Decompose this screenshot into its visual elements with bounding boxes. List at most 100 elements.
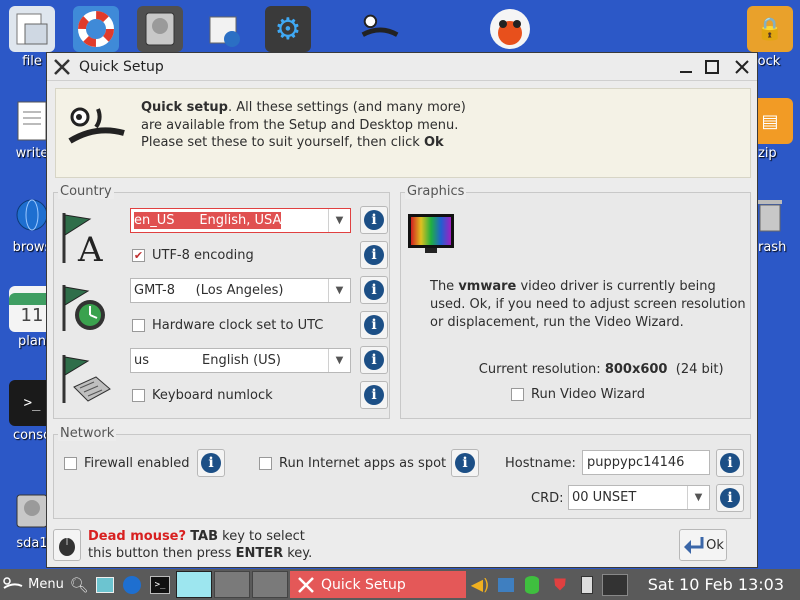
hostname-input[interactable]: puppypc14146 xyxy=(582,450,710,475)
graphics-driver-name: vmware xyxy=(458,279,517,294)
video-wizard-label: Run Video Wizard xyxy=(531,387,645,402)
keyboard-combo[interactable]: us English (US) ▼ xyxy=(130,348,351,373)
hwclock-checkbox[interactable]: Hardware clock set to UTC xyxy=(132,318,323,333)
dead-mouse-text3: key. xyxy=(283,546,313,561)
spot-info-button[interactable]: i xyxy=(451,449,479,477)
crd-label: CRD: xyxy=(531,491,564,506)
locale-selected: en_US English, USA xyxy=(134,212,282,229)
graphics-text-pre: The xyxy=(430,279,459,294)
database-icon xyxy=(525,575,539,594)
desktop-icon-install[interactable] xyxy=(196,6,252,52)
clock-flag-icon xyxy=(60,283,110,337)
firewall-checkbox[interactable]: Firewall enabled xyxy=(64,456,189,471)
locale-name: English, USA xyxy=(199,213,282,228)
workspace-1[interactable] xyxy=(176,571,212,598)
info-icon: i xyxy=(364,315,384,335)
maximize-icon[interactable] xyxy=(701,56,723,78)
workspace-3[interactable] xyxy=(252,571,288,598)
graphics-driver-text: The vmware video driver is currently bei… xyxy=(430,278,748,332)
taskbar: Menu 🔍︎ >_ Quick Setup ◀) ⛊ Sat 10 Feb 1… xyxy=(0,569,800,600)
hostname-info-button[interactable]: i xyxy=(716,449,744,477)
window-titlebar[interactable]: Quick Setup xyxy=(47,53,757,81)
cpu-graph-icon xyxy=(602,573,628,596)
ok-button[interactable]: Ok xyxy=(679,529,727,561)
dead-mouse-button[interactable] xyxy=(53,529,81,561)
keyboard-flag-icon xyxy=(60,353,112,409)
tray-cpu[interactable] xyxy=(600,571,630,598)
tray-storage[interactable] xyxy=(518,571,546,598)
task-quick-setup[interactable]: Quick Setup xyxy=(290,571,466,598)
network-group: Network Firewall enabled i Run Internet … xyxy=(53,426,751,519)
info-icon: i xyxy=(364,350,384,370)
utf8-label: UTF-8 encoding xyxy=(152,248,254,263)
resolution-depth: (24 bit) xyxy=(675,362,724,377)
desktop-icon-face[interactable] xyxy=(482,6,538,52)
utf8-checkbox[interactable]: ✔ UTF-8 encoding xyxy=(132,248,254,263)
chevron-down-icon[interactable]: ▼ xyxy=(687,486,709,509)
chevron-down-icon[interactable]: ▼ xyxy=(328,209,350,232)
globe-icon xyxy=(123,575,141,594)
dead-mouse-line-2: this button then press ENTER key. xyxy=(88,545,312,562)
numlock-info-button[interactable]: i xyxy=(360,381,388,409)
dead-mouse-text: Dead mouse? TAB key to select this butto… xyxy=(88,528,312,562)
search-icon: 🔍︎ xyxy=(69,575,89,594)
locale-info-button[interactable]: i xyxy=(360,206,388,234)
timezone-combo[interactable]: GMT-8 (Los Angeles) ▼ xyxy=(130,278,351,303)
taskbar-desktop[interactable] xyxy=(92,571,118,598)
timezone-info-button[interactable]: i xyxy=(360,276,388,304)
minimize-icon[interactable] xyxy=(675,56,697,78)
crd-value: 00 UNSET xyxy=(572,490,637,505)
network-legend: Network xyxy=(58,426,117,441)
taskbar-terminal[interactable]: >_ xyxy=(146,571,174,598)
tray-firewall[interactable]: ⛊ xyxy=(546,571,574,598)
resolution-value: 800x600 xyxy=(604,362,668,377)
checkbox-box xyxy=(64,457,77,470)
menu-button[interactable]: Menu xyxy=(0,571,66,598)
chevron-down-icon[interactable]: ▼ xyxy=(328,279,350,302)
desktop-icon-setup[interactable]: ⚙ xyxy=(260,6,316,52)
calendar-day: 11 xyxy=(20,304,44,326)
hwclock-label: Hardware clock set to UTC xyxy=(152,318,324,333)
hwclock-info-button[interactable]: i xyxy=(360,311,388,339)
clock-text: Sat 10 Feb 13:03 xyxy=(647,575,784,594)
taskbar-browser[interactable] xyxy=(118,571,146,598)
taskbar-search[interactable]: 🔍︎ xyxy=(66,571,92,598)
locale-combo[interactable]: en_US English, USA ▼ xyxy=(130,208,351,233)
chevron-down-icon[interactable]: ▼ xyxy=(328,349,350,372)
dead-mouse-text2: this button then press xyxy=(88,546,236,561)
crd-info-button[interactable]: i xyxy=(716,484,744,512)
numlock-checkbox[interactable]: Keyboard numlock xyxy=(132,388,273,403)
intro-bold-lead: Quick setup xyxy=(141,100,228,115)
tray-volume[interactable]: ◀) xyxy=(466,571,494,598)
lifebuoy-icon xyxy=(73,6,119,52)
graphics-group: Graphics The vmware video driver is curr… xyxy=(400,184,751,419)
spot-checkbox[interactable]: Run Internet apps as spot xyxy=(259,456,446,471)
info-icon: i xyxy=(364,210,384,230)
desktop-icon-label: lock xyxy=(754,54,781,69)
taskbar-clock[interactable]: Sat 10 Feb 13:03 xyxy=(630,571,788,598)
video-wizard-checkbox[interactable]: Run Video Wizard xyxy=(511,387,645,402)
desktop-icon-drive[interactable] xyxy=(132,6,188,52)
info-icon: i xyxy=(364,280,384,300)
intro-bold-ok: Ok xyxy=(423,135,444,150)
keyboard-info-button[interactable]: i xyxy=(360,346,388,374)
crd-combo[interactable]: 00 UNSET ▼ xyxy=(568,485,710,510)
desktop-icon-label: rash xyxy=(758,240,787,255)
firewall-info-button[interactable]: i xyxy=(197,449,225,477)
return-arrow-icon xyxy=(684,537,704,554)
desktop-icon-lifebuoy[interactable] xyxy=(68,6,124,52)
tray-clipboard[interactable] xyxy=(574,571,600,598)
checkmark-icon: ✔ xyxy=(132,249,145,262)
hostname-label: Hostname: xyxy=(505,456,576,471)
network-icon xyxy=(498,577,514,592)
workspace-2[interactable] xyxy=(214,571,250,598)
menu-label: Menu xyxy=(28,577,64,592)
info-icon: i xyxy=(364,385,384,405)
task-label: Quick Setup xyxy=(321,576,406,593)
close-icon[interactable] xyxy=(731,56,753,78)
hostname-value: puppypc14146 xyxy=(587,455,685,470)
desktop-icon-puppy[interactable] xyxy=(352,6,408,52)
tray-network[interactable] xyxy=(494,571,518,598)
terminal-icon: >_ xyxy=(150,575,170,594)
utf8-info-button[interactable]: i xyxy=(360,241,388,269)
